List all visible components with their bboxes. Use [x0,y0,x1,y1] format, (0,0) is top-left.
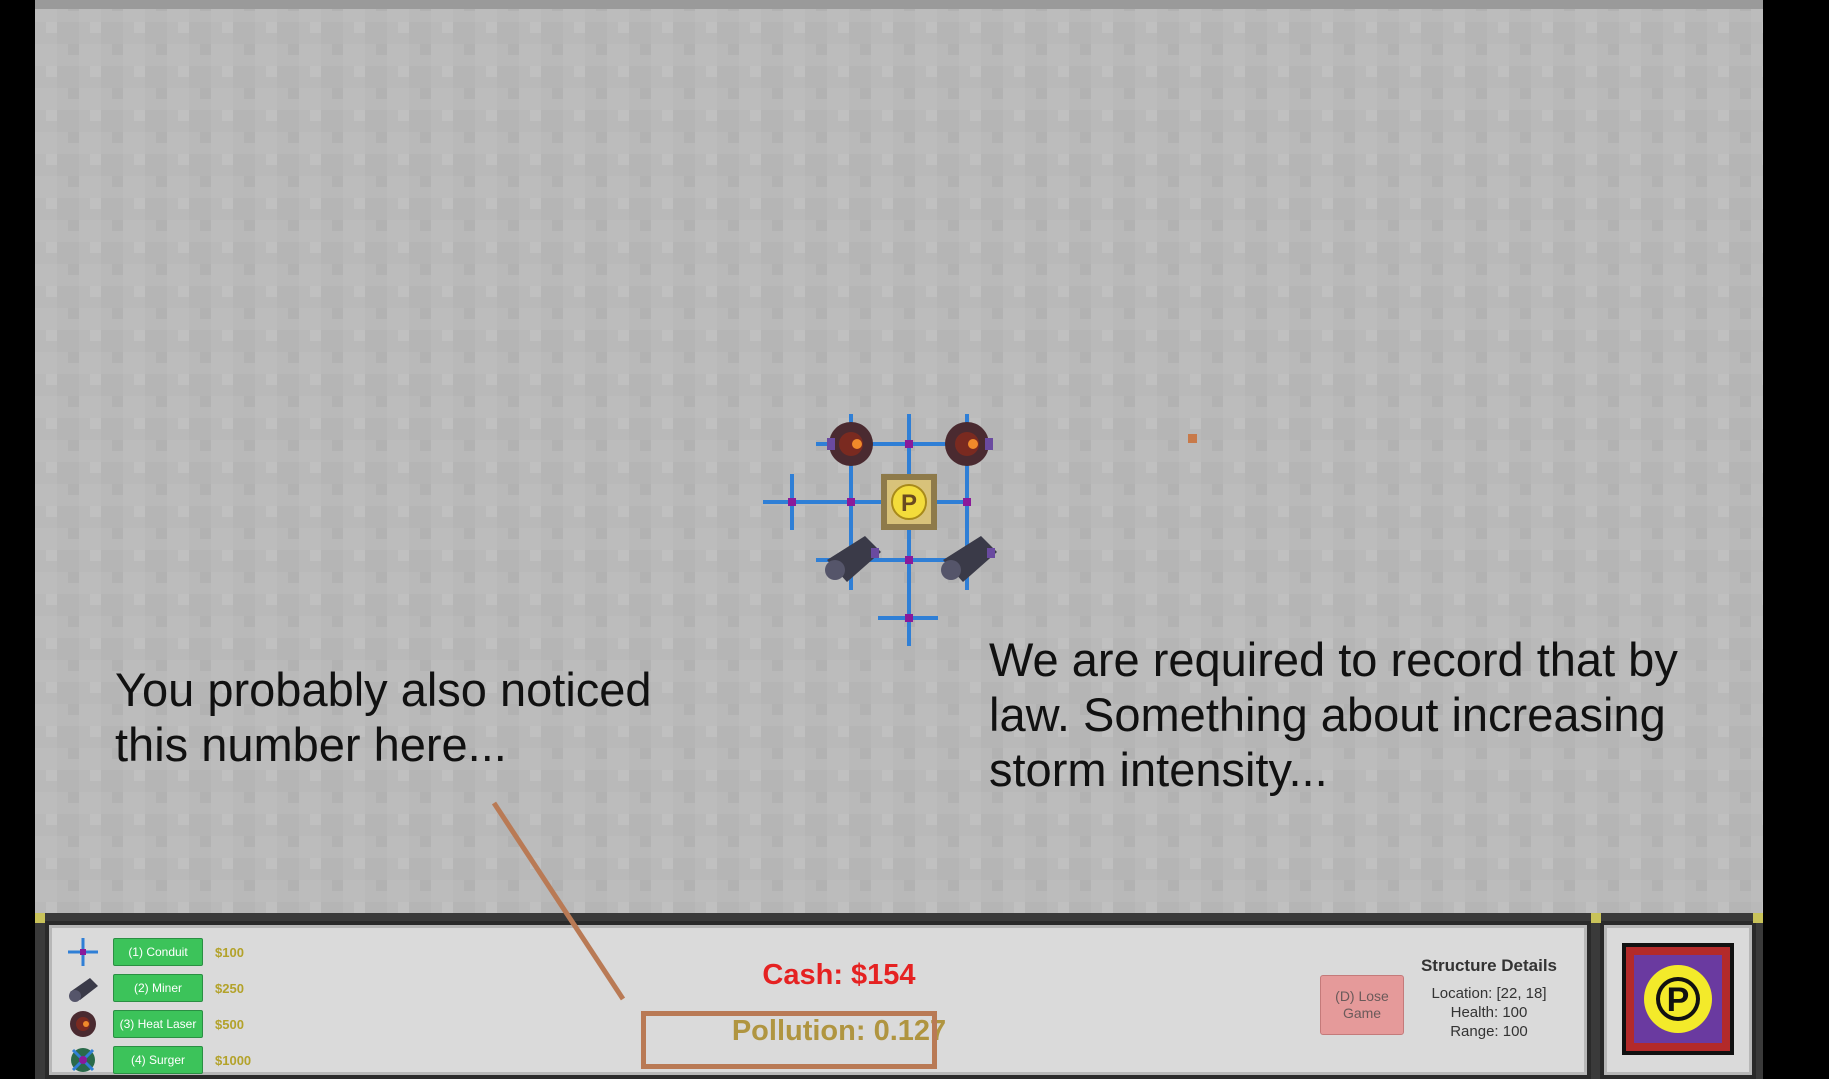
surger-icon [65,1043,101,1077]
build-heat-laser-button[interactable]: (3) Heat Laser [113,1010,203,1038]
target-marker [1188,434,1197,443]
structure-details-title: Structure Details [1420,956,1558,975]
narration-right: We are required to record that by law. S… [989,633,1678,796]
pollution-highlight-box [641,1011,937,1069]
svg-text:P: P [901,490,917,517]
build-row-surger: (4) Surger $1000 [65,1043,251,1077]
miner-icon [65,971,101,1005]
selected-structure-panel: P [1600,921,1756,1079]
build-cost: $250 [215,980,244,996]
build-surger-button[interactable]: (4) Surger [113,1046,203,1074]
build-miner-button[interactable]: (2) Miner [113,974,203,1002]
structure-health: Health: 100 [1450,1004,1528,1021]
build-cost: $500 [215,1016,244,1032]
hud-corner [1753,913,1763,923]
conduit-icon [65,935,101,969]
build-row-miner: (2) Miner $250 [65,971,244,1005]
lose-game-button[interactable]: (D) Lose Game [1320,975,1404,1035]
build-conduit-button[interactable]: (1) Conduit [113,938,203,966]
power-plant-icon: P [1622,943,1734,1055]
hud-corner [35,913,45,923]
structure-location: Location: [22, 18] [1431,985,1547,1002]
heat-laser-icon [65,1007,101,1041]
build-cost: $100 [215,944,244,960]
structure-range: Range: 100 [1450,1023,1528,1040]
build-row-conduit: (1) Conduit $100 [65,935,244,969]
hud-main-panel: (1) Conduit $100 (2) Miner $250 (3) Heat… [45,921,1591,1079]
cash-display: Cash: $154 [762,959,916,991]
bottom-hud: (1) Conduit $100 (2) Miner $250 (3) Heat… [35,913,1763,1079]
narration-left: You probably also noticed this number he… [115,663,652,771]
top-border [35,0,1763,9]
hud-corner [1591,913,1601,923]
power-plant-icon[interactable]: P [881,474,937,530]
game-viewport[interactable]: P You probably also noticed this number … [35,0,1763,1079]
svg-text:P: P [1667,981,1690,1019]
build-cost: $1000 [215,1052,252,1068]
build-row-heat-laser: (3) Heat Laser $500 [65,1007,244,1041]
